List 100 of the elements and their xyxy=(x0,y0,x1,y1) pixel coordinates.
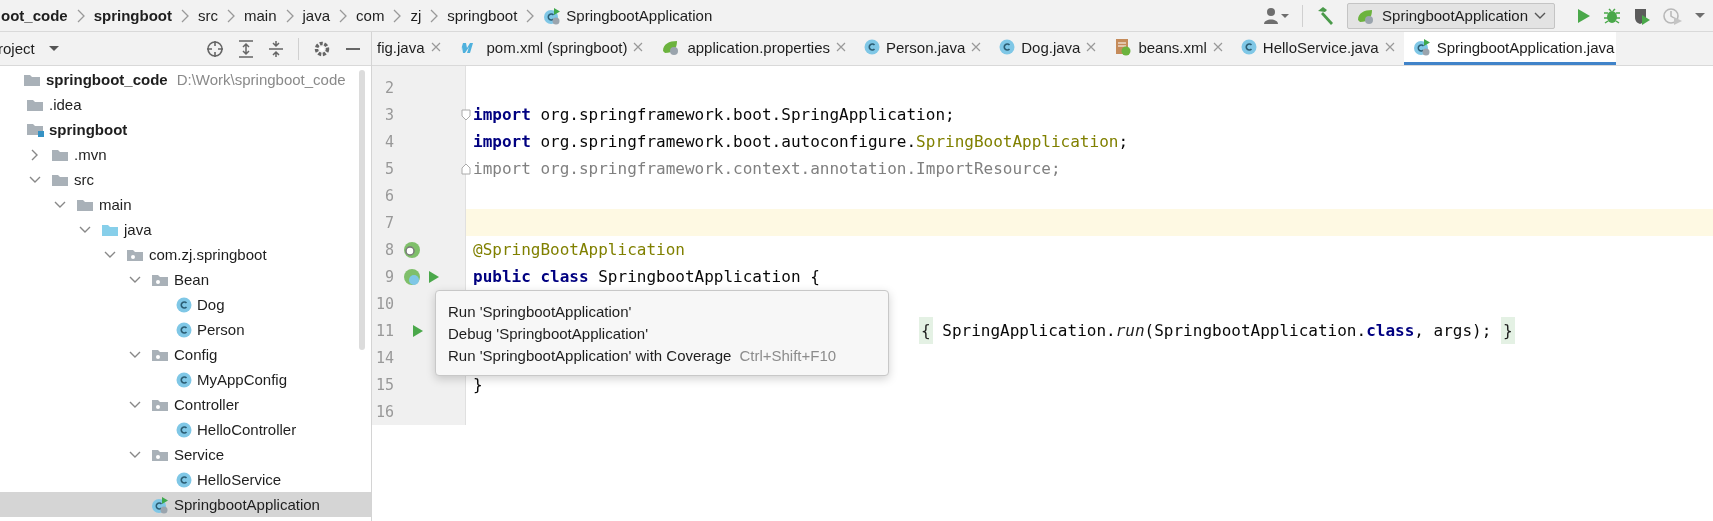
scrollbar[interactable] xyxy=(359,70,365,350)
user-dropdown-icon[interactable] xyxy=(1264,6,1291,25)
menu-item[interactable]: Debug 'SpringbootApplication' xyxy=(448,323,888,343)
close-icon[interactable] xyxy=(633,42,644,52)
locate-icon[interactable] xyxy=(206,39,224,58)
breadcrumb-item[interactable]: main xyxy=(244,7,277,24)
line-number: 6 xyxy=(383,186,394,205)
editor-tab[interactable]: pom.xml (springboot) xyxy=(449,32,653,65)
editor-tab[interactable]: Person.java xyxy=(855,32,991,65)
run-icon[interactable] xyxy=(1575,7,1591,24)
line-number: 5 xyxy=(383,159,394,178)
tree-item[interactable]: Controller xyxy=(0,392,371,417)
class-icon xyxy=(176,421,192,438)
tree-item[interactable]: .idea xyxy=(0,92,371,117)
profiler-icon[interactable] xyxy=(1663,6,1683,25)
run-icon[interactable] xyxy=(412,323,424,338)
package-icon xyxy=(151,397,169,412)
fold-marker-icon[interactable] xyxy=(461,162,471,175)
breadcrumb-item[interactable]: SpringbootApplication xyxy=(566,7,713,24)
editor-tab[interactable]: SpringbootApplication.java xyxy=(1403,32,1617,65)
breadcrumb-separator-icon xyxy=(284,8,295,23)
editor-tab[interactable]: fig.java xyxy=(372,32,450,65)
class-icon xyxy=(176,371,192,388)
tree-item[interactable]: MyAppConfig xyxy=(0,367,371,392)
tree-item[interactable]: Service xyxy=(0,442,371,467)
breadcrumb-separator-icon xyxy=(429,8,440,23)
class-icon xyxy=(999,39,1016,55)
tree-item[interactable]: Person xyxy=(0,317,371,342)
close-icon[interactable] xyxy=(1086,42,1097,52)
code-line: public class SpringbootApplication { xyxy=(473,267,820,286)
tree-item[interactable]: java xyxy=(0,217,371,242)
tree-item[interactable]: src xyxy=(0,167,371,192)
class-icon xyxy=(176,471,192,488)
tree-item[interactable]: Bean xyxy=(0,267,371,292)
caret-icon[interactable] xyxy=(1695,12,1705,19)
breadcrumb-item[interactable]: springboot xyxy=(447,7,518,24)
tree-item[interactable]: HelloService xyxy=(0,467,371,492)
folder-icon xyxy=(101,222,119,237)
tree-item[interactable]: HelloController xyxy=(0,417,371,442)
breadcrumb-separator-icon xyxy=(525,8,536,23)
breadcrumb-separator-icon xyxy=(338,8,349,23)
code-line: import org.springframework.boot.SpringApplication; xyxy=(473,105,955,124)
package-icon xyxy=(126,247,144,262)
menu-item[interactable]: Run 'SpringbootApplication' with Coverage Ctrl+Shift+F10 xyxy=(448,345,888,365)
editor-tab[interactable]: HelloService.java xyxy=(1231,32,1404,65)
tree-item[interactable]: com.zj.springboot xyxy=(0,242,371,267)
line-number: 2 xyxy=(383,78,394,97)
package-icon xyxy=(151,347,169,362)
breadcrumb-item[interactable]: java xyxy=(302,7,331,24)
line-number: 14 xyxy=(374,348,394,367)
expand-all-icon[interactable] xyxy=(238,39,254,58)
folder-icon xyxy=(23,72,41,87)
tree-item[interactable]: Dog xyxy=(0,292,371,317)
caret-icon xyxy=(48,45,59,52)
line-number: 4 xyxy=(383,132,394,151)
breadcrumb-item[interactable]: com xyxy=(356,7,385,24)
chevron-down-icon xyxy=(1534,11,1546,20)
editor-tab[interactable]: application.properties xyxy=(652,32,855,65)
spring-bean-icon[interactable] xyxy=(402,239,422,260)
menu-item[interactable]: Run 'SpringbootApplication' xyxy=(448,301,888,321)
class-icon xyxy=(1240,39,1257,55)
settings-icon[interactable] xyxy=(313,39,331,58)
close-icon[interactable] xyxy=(430,42,441,52)
close-icon[interactable] xyxy=(1384,42,1395,52)
tree-item[interactable]: springboot xyxy=(0,117,371,142)
breadcrumb-separator-icon xyxy=(75,8,86,23)
line-number: 8 xyxy=(383,240,394,259)
breadcrumb-item[interactable]: oot_code xyxy=(1,7,68,24)
close-icon[interactable] xyxy=(1212,42,1223,52)
line-number: 10 xyxy=(374,294,394,313)
package-icon xyxy=(151,447,169,462)
close-icon[interactable] xyxy=(836,42,846,52)
module-folder-icon xyxy=(26,121,44,138)
code-line: @SpringBootApplication xyxy=(473,240,685,259)
spring-bean-icon[interactable] xyxy=(402,266,422,287)
breadcrumb-item[interactable]: springboot xyxy=(93,7,172,24)
breadcrumb-item[interactable]: zj xyxy=(410,7,422,24)
tree-item[interactable]: main xyxy=(0,192,371,217)
breadcrumb-separator-icon xyxy=(392,8,403,23)
tree-item[interactable]: .mvn xyxy=(0,142,371,167)
run-configuration-dropdown[interactable]: SpringbootApplication xyxy=(1347,2,1555,29)
line-number: 15 xyxy=(374,375,394,394)
debug-icon[interactable] xyxy=(1603,6,1621,25)
coverage-icon[interactable] xyxy=(1633,6,1651,25)
run-icon[interactable] xyxy=(428,269,440,284)
tree-item[interactable]: Config xyxy=(0,342,371,367)
class-icon xyxy=(176,296,192,313)
package-icon xyxy=(151,272,169,287)
breadcrumb-separator-icon xyxy=(226,8,236,23)
tree-item[interactable]: springboot_code D:\Work\springboot_code xyxy=(0,67,371,92)
breadcrumb-item[interactable]: src xyxy=(198,7,218,24)
class-icon xyxy=(864,39,880,55)
collapse-all-icon[interactable] xyxy=(268,39,284,58)
spring-class-icon xyxy=(151,495,169,514)
line-number: 7 xyxy=(383,213,394,232)
close-icon[interactable] xyxy=(971,42,982,52)
editor-tab[interactable]: beans.xml xyxy=(1105,32,1232,65)
tree-item[interactable]: SpringbootApplication xyxy=(0,492,371,517)
fold-marker-icon[interactable] xyxy=(461,108,471,121)
editor-tab[interactable]: Dog.java xyxy=(990,32,1106,65)
